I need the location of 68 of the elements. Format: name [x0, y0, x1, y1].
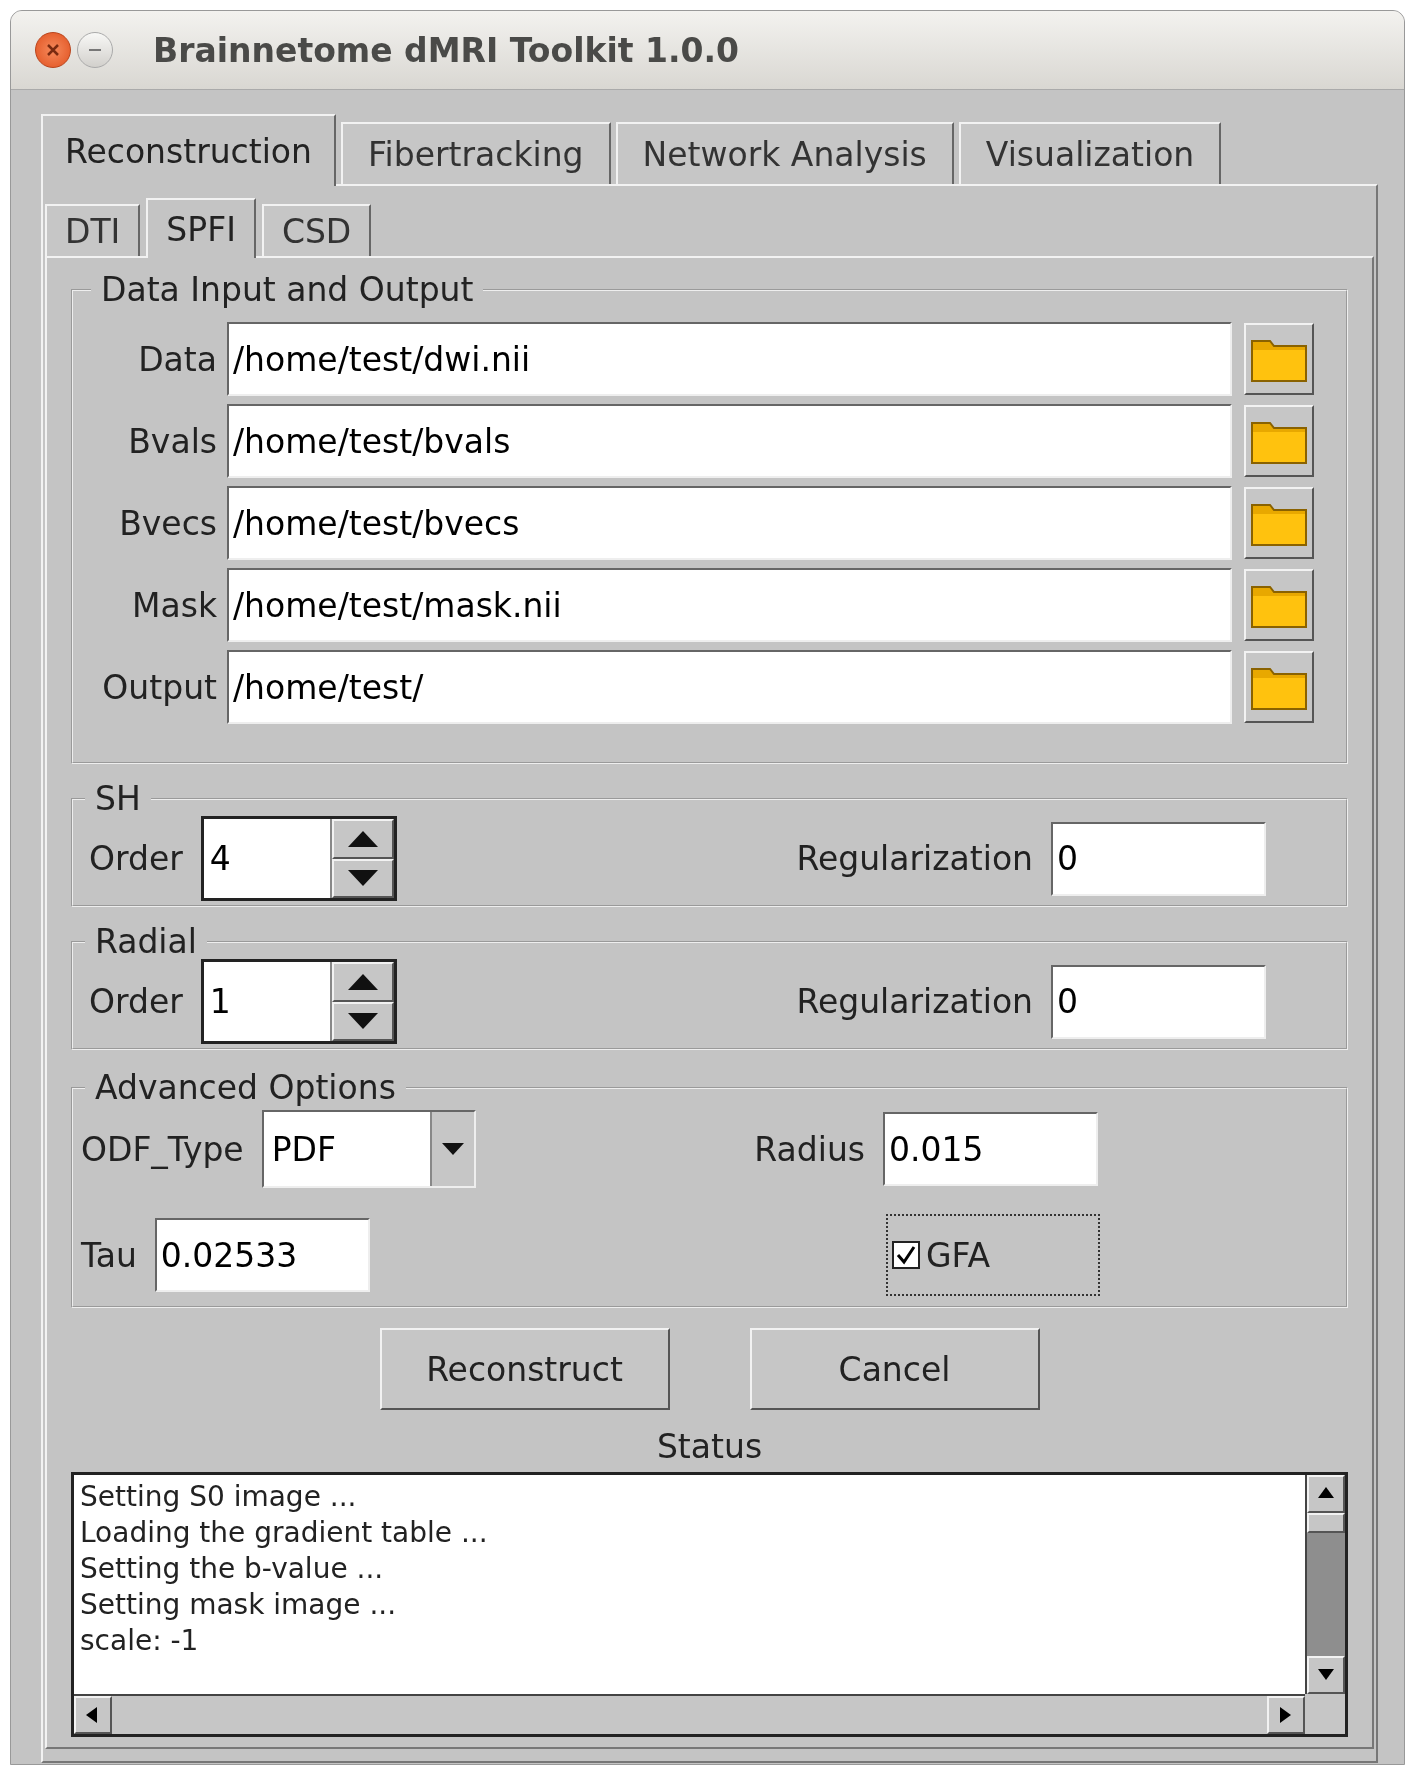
path-field[interactable]: /home/test/bvecs	[227, 486, 1232, 560]
field-label: Order	[89, 982, 183, 1021]
tab[interactable]: CSD	[261, 204, 372, 256]
field-label: Regularization	[796, 839, 1033, 878]
browse-button[interactable]	[1244, 405, 1314, 477]
odf-type-dropdown[interactable]: PDF	[261, 1110, 476, 1188]
path-field[interactable]: /home/test/	[227, 650, 1232, 724]
tab[interactable]: Network Analysis	[615, 122, 954, 184]
caret-icon	[439, 1141, 466, 1157]
tab[interactable]: Visualization	[958, 122, 1222, 184]
spin-up-button[interactable]	[331, 962, 394, 1002]
regularization-field[interactable]: 0	[1051, 821, 1266, 896]
spin-up-button[interactable]	[331, 819, 394, 859]
scrollbar-corner	[1305, 1694, 1345, 1734]
group-title: SH	[94, 784, 142, 814]
spin-down-button[interactable]	[331, 1001, 394, 1041]
field-label: Tau	[81, 1235, 137, 1275]
log-line: Loading the gradient table ...	[80, 1515, 489, 1551]
log-line: Setting S0 image ...	[80, 1479, 358, 1515]
radius-field[interactable]: 0.015	[883, 1112, 1098, 1186]
action-button[interactable]: Reconstruct	[379, 1328, 670, 1410]
status-title: Status	[655, 1426, 764, 1468]
log-line: Setting mask image ...	[80, 1587, 398, 1623]
browse-button[interactable]	[1244, 323, 1314, 395]
group-title: Data Input and Output	[100, 272, 475, 308]
group-title: Radial	[94, 927, 198, 957]
log-line: Setting the b-value ...	[80, 1551, 385, 1587]
order-field[interactable]: 1	[203, 962, 332, 1041]
scroll-down-button[interactable]	[1307, 1656, 1345, 1694]
field-label: Mask	[131, 585, 217, 625]
field-label: ODF_Type	[81, 1129, 244, 1169]
checkbox[interactable]	[892, 1241, 920, 1269]
tab[interactable]: Fibertracking	[340, 122, 611, 184]
minimize-icon	[88, 48, 102, 52]
scrollbar-thumb[interactable]	[1307, 1513, 1345, 1533]
order-field[interactable]: 4	[203, 819, 332, 898]
window-title: Brainnetome dMRI Toolkit 1.0.0	[153, 30, 739, 70]
tab[interactable]: DTI	[45, 204, 141, 256]
field-label: Bvals	[127, 421, 217, 461]
tab[interactable]: SPFI	[146, 198, 256, 258]
field-label: Data	[137, 339, 217, 379]
field-label: Output	[101, 667, 217, 707]
checkbox-label: GFA	[926, 1235, 991, 1275]
group-title: Advanced Options	[94, 1070, 397, 1106]
field-label: Radius	[754, 1129, 865, 1169]
browse-button[interactable]	[1244, 569, 1314, 641]
regularization-field[interactable]: 0	[1051, 964, 1266, 1039]
spin-down-button[interactable]	[331, 858, 394, 898]
action-button[interactable]: Cancel	[749, 1328, 1040, 1410]
scroll-up-button[interactable]	[1307, 1475, 1345, 1513]
field-label: Order	[89, 839, 183, 878]
checkmark-icon	[895, 1244, 917, 1266]
path-field[interactable]: /home/test/bvals	[227, 404, 1232, 478]
close-icon	[46, 43, 60, 57]
horizontal-scrollbar[interactable]	[74, 1694, 1305, 1734]
browse-button[interactable]	[1244, 651, 1314, 723]
close-button[interactable]	[35, 32, 71, 68]
field-label: Bvecs	[118, 503, 217, 543]
vertical-scrollbar[interactable]	[1305, 1475, 1345, 1694]
scroll-left-button[interactable]	[74, 1696, 112, 1734]
field-label: Regularization	[796, 982, 1033, 1021]
browse-button[interactable]	[1244, 487, 1314, 559]
scroll-right-button[interactable]	[1267, 1696, 1305, 1734]
path-field[interactable]: /home/test/dwi.nii	[227, 322, 1232, 396]
path-field[interactable]: /home/test/mask.nii	[227, 568, 1232, 642]
tau-field[interactable]: 0.02533	[154, 1218, 370, 1292]
tab[interactable]: Reconstruction	[41, 114, 336, 186]
log-line: scale: -1	[80, 1623, 200, 1659]
